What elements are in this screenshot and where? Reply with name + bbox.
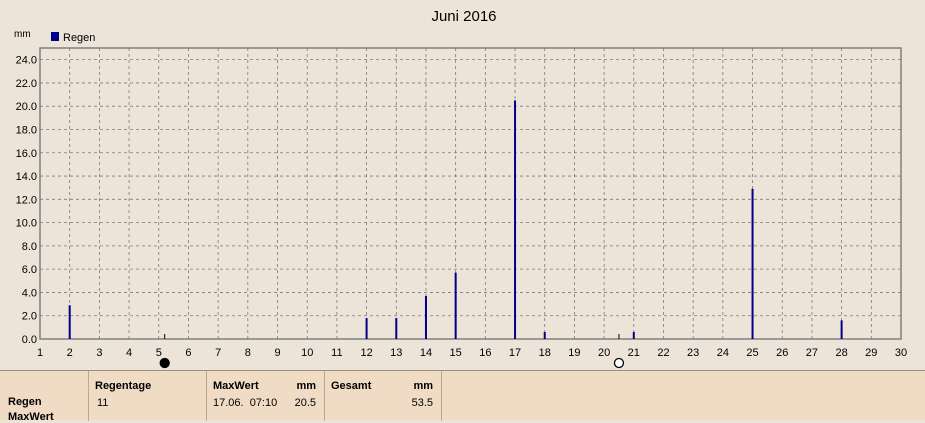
bar-regen (543, 332, 546, 339)
stats-cell-maxwert: MaxWert mm 17.06. 07:10 20.5 (206, 371, 324, 421)
bar-regen (751, 188, 754, 339)
legend-swatch (51, 32, 59, 41)
maxwert-header: MaxWert (213, 380, 259, 392)
stats-row-label-regen: Regen (8, 396, 42, 408)
x-tick-label: 5 (156, 347, 162, 359)
x-tick-label: 12 (360, 347, 372, 359)
full-moon-icon (613, 357, 625, 369)
plot-frame (39, 47, 902, 340)
gesamt-value: 53.5 (411, 397, 433, 409)
y-tick-label: 2.0 (22, 311, 37, 323)
bar-regen (514, 100, 517, 339)
y-tick-label: 0.0 (22, 334, 37, 346)
bar-regen (68, 305, 71, 339)
x-tick-label: 15 (450, 347, 462, 359)
y-tick-label: 4.0 (22, 287, 37, 299)
x-tick-label: 14 (420, 347, 432, 359)
x-tick-label: 17 (509, 347, 521, 359)
bar-regen (454, 272, 457, 339)
bar-regen (840, 320, 843, 339)
maxwert-value: 20.5 (294, 397, 316, 409)
x-tick-label: 8 (245, 347, 251, 359)
stats-cell-gesamt: Gesamt mm 53.5 (324, 371, 442, 421)
y-tick-label: 24.0 (16, 55, 37, 67)
y-tick-label: 8.0 (22, 241, 37, 253)
x-tick-label: 20 (598, 347, 610, 359)
stats-row-label-maxwert: MaxWert (8, 411, 54, 423)
x-tick-label: 11 (331, 347, 342, 359)
legend-label-regen: Regen (63, 32, 95, 44)
gesamt-header: Gesamt (331, 380, 372, 392)
bar-regen (632, 332, 635, 339)
x-tick-label: 7 (215, 347, 221, 359)
y-tick-label: 22.0 (16, 78, 37, 90)
y-tick-label: 12.0 (16, 194, 37, 206)
x-tick-label: 29 (865, 347, 877, 359)
x-tick-label: 21 (628, 347, 640, 359)
maxwert-time: 17.06. 07:10 (213, 397, 278, 409)
y-tick-label: 20.0 (16, 101, 37, 113)
x-tick-label: 16 (479, 347, 491, 359)
gesamt-unit: mm (413, 380, 433, 392)
regentage-header: Regentage (95, 380, 152, 392)
x-tick-label: 25 (746, 347, 758, 359)
bar-regen (365, 318, 368, 339)
y-tick-label: 14.0 (16, 171, 37, 183)
x-tick-label: 2 (67, 347, 73, 359)
x-tick-label: 23 (687, 347, 699, 359)
plot-area: 0.0 2.0 4.0 6.0 8.0 10.0 12.0 14.0 16.0 18.0 20.0 2… (16, 47, 907, 359)
x-tick-label: 22 (657, 347, 669, 359)
x-tick-label: 28 (835, 347, 847, 359)
y-tick-label: 6.0 (22, 264, 37, 276)
x-tick-label: 26 (776, 347, 788, 359)
x-tick-label: 9 (274, 347, 280, 359)
statistics-panel: Regen MaxWert Regentage 11 MaxWert mm 17… (0, 370, 925, 423)
x-tick-label: 19 (568, 347, 580, 359)
chart-title: Juni 2016 (431, 8, 496, 25)
x-tick-label: 1 (37, 347, 43, 359)
new-moon-icon (159, 357, 170, 369)
bar-regen (395, 318, 398, 339)
maxwert-unit: mm (296, 380, 316, 392)
x-tick-label: 24 (717, 347, 729, 359)
x-tick-label: 10 (301, 347, 313, 359)
stats-cell-regentage: Regentage 11 (88, 371, 206, 421)
bar-regen (424, 295, 427, 339)
x-tick-label: 6 (185, 347, 191, 359)
x-tick-label: 4 (126, 347, 132, 359)
y-tick-label: 10.0 (16, 218, 37, 230)
y-tick-label: 16.0 (16, 148, 37, 160)
y-tick-label: 18.0 (16, 124, 37, 136)
x-tick-label: 30 (895, 347, 907, 359)
regentage-value: 11 (97, 397, 109, 409)
x-tick-label: 13 (390, 347, 402, 359)
x-tick-label: 3 (96, 347, 102, 359)
x-tick-label: 27 (806, 347, 818, 359)
y-axis-unit: mm (14, 29, 31, 40)
x-tick-label: 18 (539, 347, 551, 359)
rain-chart: Juni 2016 mm Regen 0.02.04.06.08.010.012… (14, 8, 907, 369)
